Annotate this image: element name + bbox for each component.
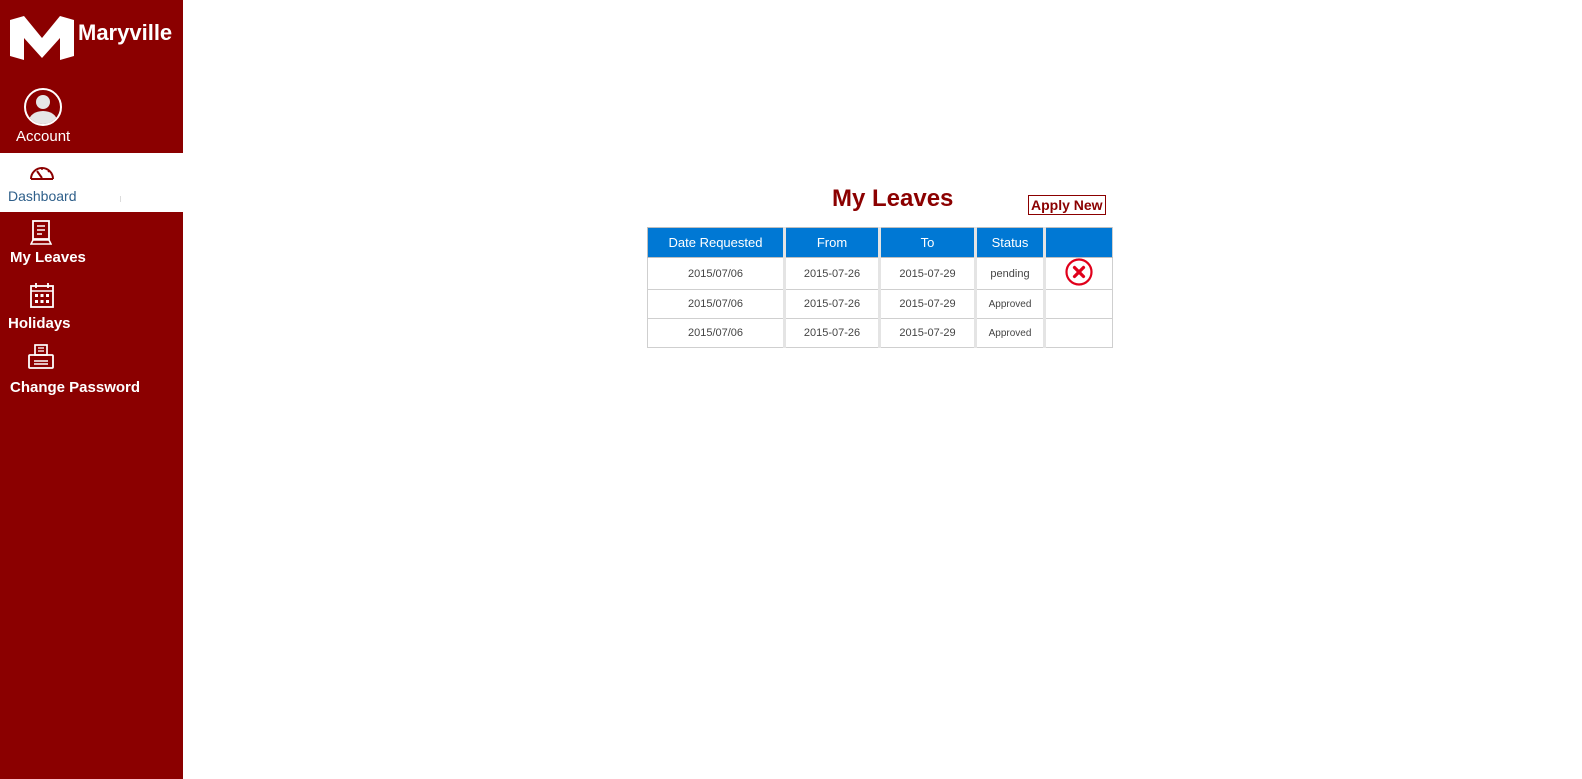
- sidebar-item-label: Dashboard: [8, 188, 77, 204]
- cell-to: 2015-07-29: [879, 257, 977, 290]
- leaves-table: Date Requested From To Status 2015/07/06…: [647, 227, 1113, 348]
- gauge-icon: [28, 162, 56, 187]
- maryville-logo-icon: [10, 16, 74, 60]
- cell-actions: [1044, 257, 1113, 290]
- sidebar-item-my-leaves[interactable]: My Leaves: [0, 216, 183, 272]
- cell-to: 2015-07-29: [879, 318, 977, 348]
- apply-new-button[interactable]: Apply New: [1028, 195, 1106, 215]
- sidebar-item-label: Holidays: [8, 315, 71, 332]
- document-icon: [29, 220, 53, 251]
- sidebar-item-label: My Leaves: [10, 249, 86, 266]
- calendar-icon: [30, 282, 54, 313]
- table-header-row: Date Requested From To Status: [647, 227, 1113, 258]
- cancel-circle-icon[interactable]: [1065, 258, 1093, 289]
- page-title: My Leaves: [832, 185, 954, 212]
- column-header-date-requested: Date Requested: [647, 227, 786, 258]
- cell-actions: [1044, 318, 1113, 348]
- brand-name: Maryville: [78, 20, 173, 45]
- table-row: 2015/07/06 2015-07-26 2015-07-29 Approve…: [647, 318, 1113, 348]
- cell-status: pending: [975, 257, 1046, 290]
- sidebar-item-change-password[interactable]: Change Password: [0, 343, 183, 399]
- sidebar-item-dashboard[interactable]: Dashboard: [0, 153, 183, 212]
- cell-date-requested: 2015/07/06: [647, 289, 786, 319]
- sidebar-item-label: Change Password: [10, 379, 141, 396]
- cell-from: 2015-07-26: [784, 289, 881, 319]
- cell-actions: [1044, 289, 1113, 319]
- printer-icon: [28, 344, 54, 375]
- cell-status: Approved: [975, 318, 1046, 348]
- cell-status: Approved: [975, 289, 1046, 319]
- sidebar: Maryville Account Dashboard My Leaves Ho…: [0, 0, 183, 779]
- column-header-to: To: [879, 227, 977, 258]
- account-label: Account: [16, 128, 71, 145]
- account[interactable]: Account: [0, 86, 183, 152]
- cell-from: 2015-07-26: [784, 257, 881, 290]
- table-row: 2015/07/06 2015-07-26 2015-07-29 pending: [647, 257, 1113, 290]
- avatar-icon: [24, 88, 62, 126]
- sidebar-item-holidays[interactable]: Holidays: [0, 280, 183, 336]
- column-header-status: Status: [975, 227, 1046, 258]
- cell-to: 2015-07-29: [879, 289, 977, 319]
- cell-date-requested: 2015/07/06: [647, 318, 786, 348]
- column-header-actions: [1044, 227, 1113, 258]
- cell-date-requested: 2015/07/06: [647, 257, 786, 290]
- table-row: 2015/07/06 2015-07-26 2015-07-29 Approve…: [647, 289, 1113, 319]
- column-header-from: From: [784, 227, 881, 258]
- cell-from: 2015-07-26: [784, 318, 881, 348]
